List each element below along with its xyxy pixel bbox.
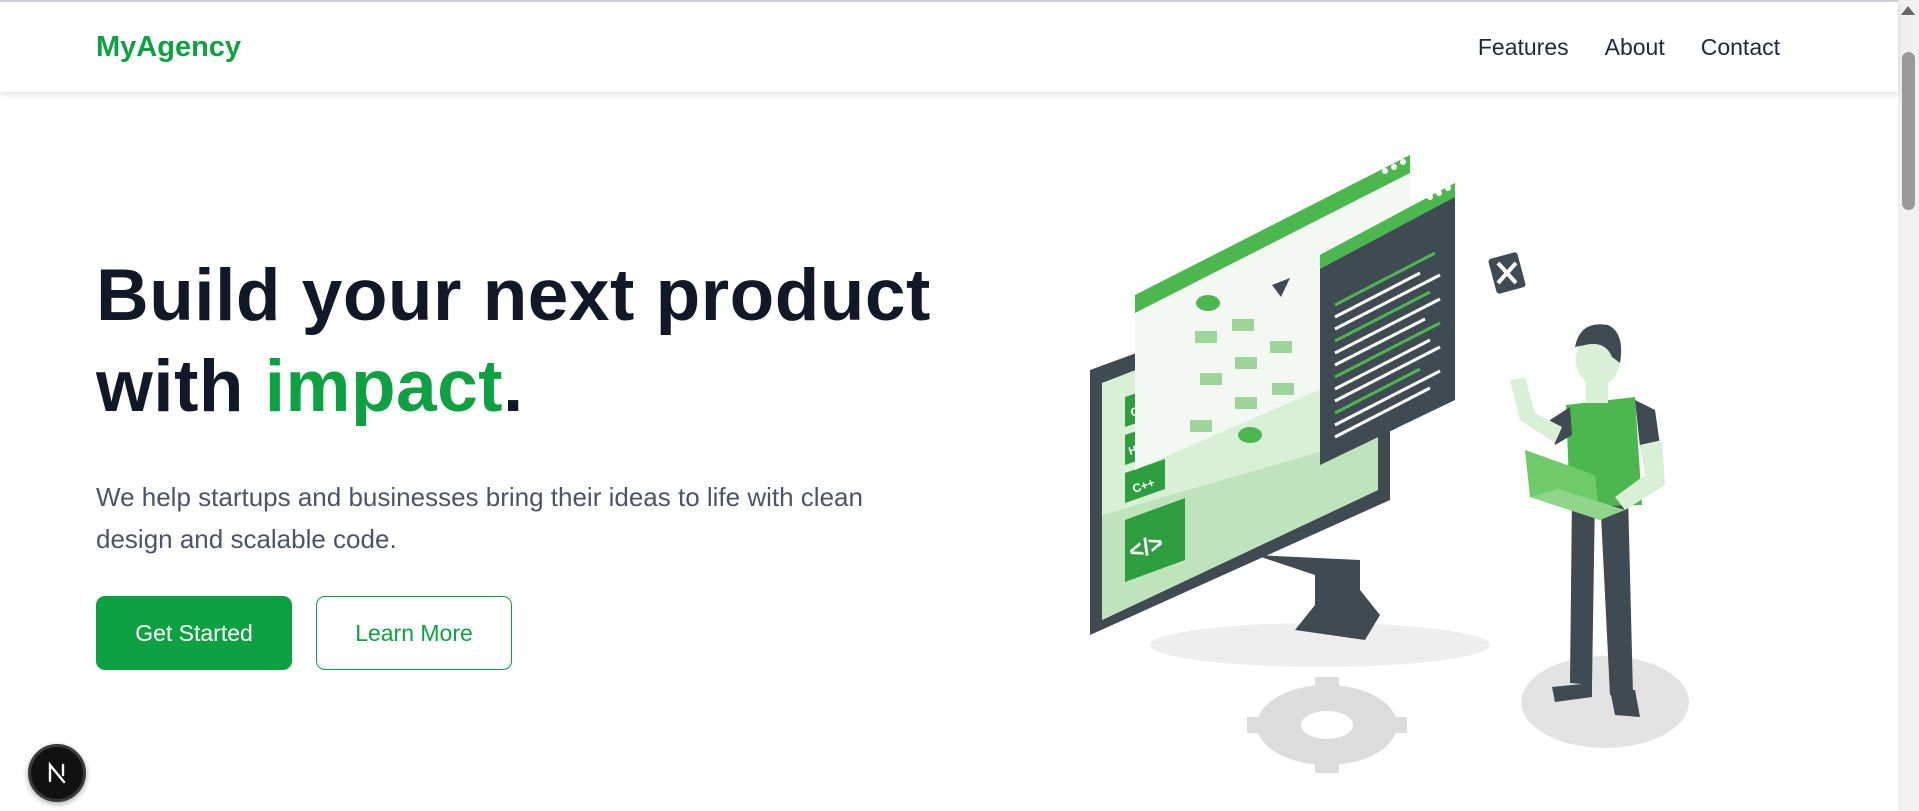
hero-section: Build your next product with impact. We …: [96, 250, 956, 670]
headline-period: .: [503, 346, 524, 427]
nav-link-contact[interactable]: Contact: [1701, 34, 1780, 61]
scrollbar-thumb[interactable]: [1902, 52, 1915, 210]
hero-subtitle: We help startups and businesses bring th…: [96, 482, 863, 554]
learn-more-button[interactable]: Learn More: [316, 596, 512, 670]
next-js-icon: [48, 761, 66, 784]
headline-with: with: [96, 346, 265, 427]
nav-links: Features About Contact: [1478, 34, 1780, 61]
headline-line-1: Build your next product: [96, 255, 931, 336]
hero-illustration: CSS HTML C++ </>: [1090, 155, 1689, 773]
vertical-scrollbar[interactable]: [1898, 0, 1919, 811]
hero-buttons: Get Started Learn More: [96, 596, 956, 670]
nextjs-dev-badge[interactable]: [28, 744, 86, 802]
close-badge-icon: [1488, 252, 1526, 294]
nav-link-about[interactable]: About: [1605, 34, 1665, 61]
brand-logo[interactable]: MyAgency: [96, 31, 241, 64]
nav-link-features[interactable]: Features: [1478, 34, 1569, 61]
gear-icon: [1247, 677, 1407, 773]
get-started-button[interactable]: Get Started: [96, 596, 292, 670]
hero-headline: Build your next product with impact.: [96, 250, 956, 432]
person-shadow: [1521, 656, 1689, 748]
navbar: MyAgency Features About Contact: [0, 2, 1898, 92]
person-figure: [1510, 324, 1665, 717]
headline-accent: impact: [264, 346, 504, 427]
scroll-up-arrow-icon[interactable]: [1901, 6, 1915, 15]
